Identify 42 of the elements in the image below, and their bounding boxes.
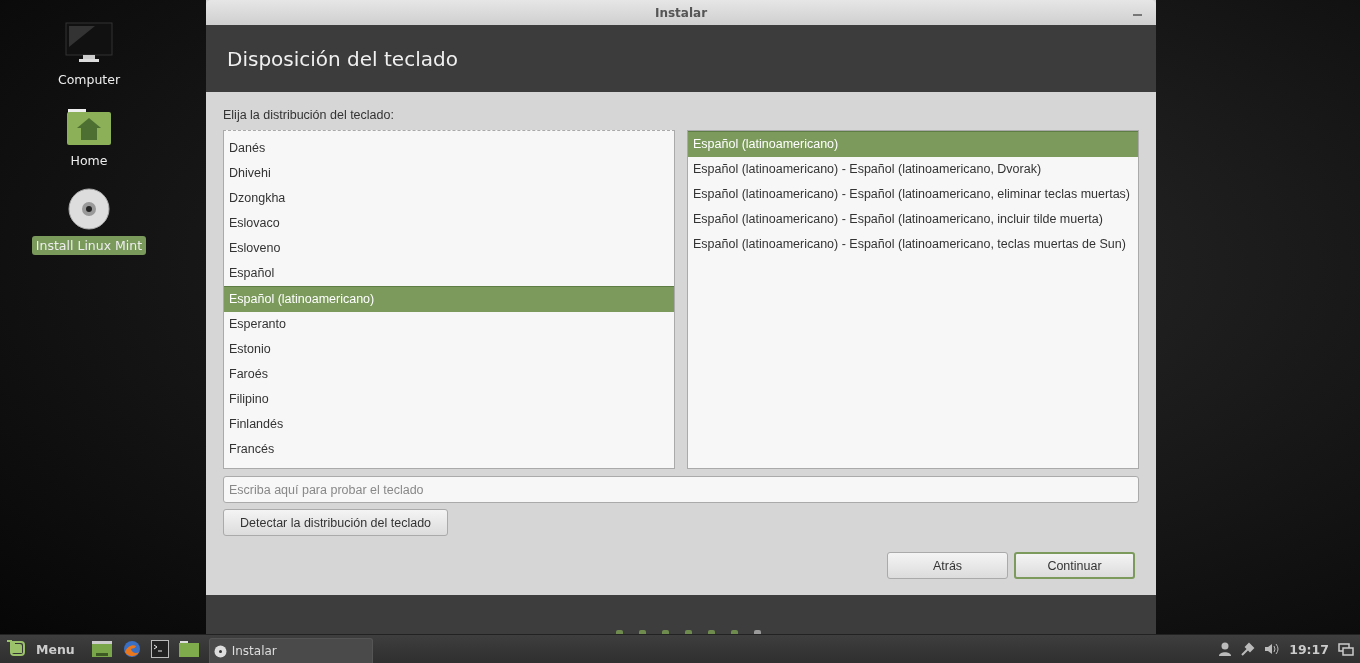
desktop-icon[interactable] (90, 640, 113, 658)
layout-item[interactable]: Dhivehi (224, 161, 674, 186)
desktop-icon-label[interactable]: Home (66, 151, 112, 170)
layout-item[interactable]: Esperanto (224, 312, 674, 337)
layout-item[interactable]: Danés (224, 136, 674, 161)
folder-icon[interactable] (178, 641, 199, 657)
window-button-label: Instalar (231, 644, 277, 658)
mint-logo-icon[interactable] (6, 640, 26, 658)
layout-item[interactable]: Filipino (224, 387, 674, 412)
variant-item[interactable]: Español (latinoamericano) - Español (latinoamericano, Dvorak) (688, 157, 1138, 182)
variant-item[interactable]: Español (latinoamericano) - Español (latinoamericano, incluir tilde muerta) (688, 207, 1138, 232)
variant-item[interactable]: Español (latinoamericano) - Español (latinoamericano, teclas muertas de Sun) (688, 232, 1138, 257)
show-desktop-icon[interactable] (1338, 642, 1354, 656)
clock[interactable]: 19:17 (1289, 641, 1329, 657)
disc-icon[interactable] (68, 188, 110, 230)
disc-icon (213, 644, 227, 658)
layout-item[interactable]: Estonio (224, 337, 674, 362)
detect-layout-button[interactable]: Detectar la distribución del teclado (223, 509, 449, 536)
page-heading: Disposición del teclado (227, 46, 458, 71)
layout-item[interactable]: Español (224, 261, 674, 286)
nav-button[interactable]: Continuar (1014, 552, 1135, 579)
layout-item[interactable]: Dzongkha (224, 186, 674, 211)
user-icon[interactable] (1218, 642, 1233, 656)
home-folder-icon[interactable] (66, 107, 112, 145)
desktop-icon-label[interactable]: Computer (53, 70, 125, 89)
layout-item[interactable]: Francés (224, 437, 674, 462)
network-cable-icon[interactable] (1241, 642, 1256, 656)
layout-item[interactable]: Eslovaco (224, 211, 674, 236)
layout-item[interactable]: Faroés (224, 362, 674, 387)
monitor-icon[interactable] (65, 22, 113, 64)
variant-item[interactable]: Español (latinoamericano) - Español (latinoamericano, eliminar teclas muertas) (688, 182, 1138, 207)
layout-item[interactable]: Esloveno (224, 236, 674, 261)
prompt-text: Elija la distribución del teclado: (223, 108, 395, 122)
volume-icon[interactable] (1264, 643, 1281, 655)
window-title: Instalar (654, 5, 708, 20)
taskbar-window-button[interactable]: Instalar (208, 638, 373, 663)
menu-label[interactable]: Menu (36, 641, 75, 657)
layout-item[interactable]: Finlandés (224, 412, 674, 437)
terminal-icon[interactable] (150, 640, 169, 658)
nav-button[interactable]: Atrás (887, 552, 1008, 579)
browser-icon[interactable] (122, 640, 141, 658)
test-input-field[interactable]: Escriba aquí para probar el teclado (223, 476, 1139, 503)
